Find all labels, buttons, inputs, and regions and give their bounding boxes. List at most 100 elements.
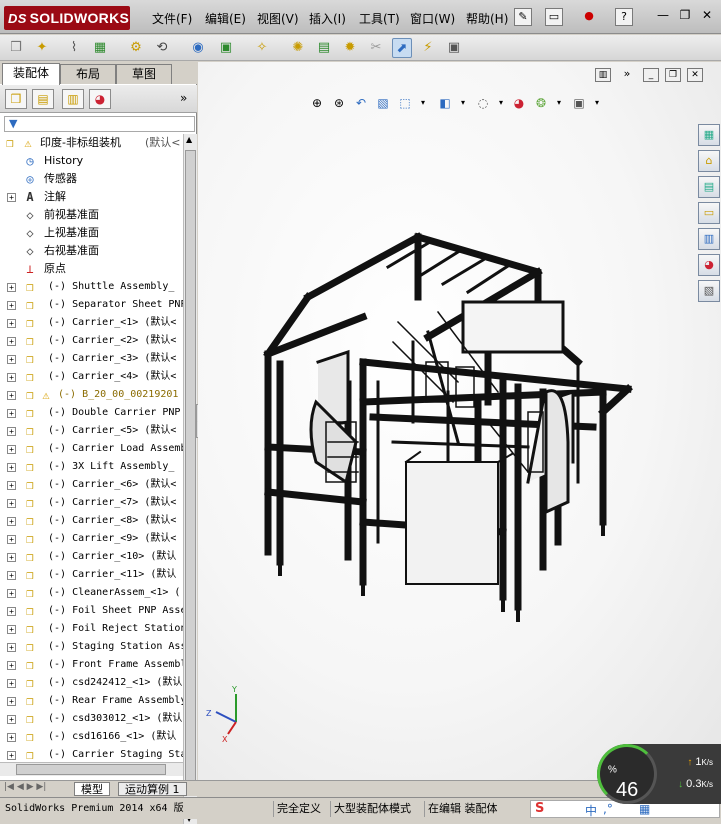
tab-assembly[interactable]: 装配体 [2, 63, 60, 85]
tree-component[interactable]: + ❒ (-) Carrier_<2> (默认< [0, 332, 183, 350]
bill-of-materials-icon[interactable]: ▤ [314, 38, 334, 58]
sogou-ime-icon[interactable]: S [535, 801, 544, 816]
menu-insert[interactable]: 插入(I) [309, 10, 346, 27]
tree-horizontal-scrollbar[interactable] [0, 762, 183, 776]
smart-fasteners-icon[interactable]: ⚙ [126, 38, 146, 58]
tab-sketch[interactable]: 草图 [116, 64, 172, 84]
expand-icon[interactable]: + [7, 301, 16, 310]
tree-component[interactable]: + ❒ (-) Double Carrier PNP [0, 404, 183, 422]
propertymanager-icon[interactable]: ▤ [32, 89, 54, 109]
minimize-icon[interactable]: — [654, 8, 672, 24]
menu-tools[interactable]: 工具(T) [359, 10, 400, 27]
menu-edit[interactable]: 编辑(E) [205, 10, 246, 27]
scroll-up-icon[interactable]: ▲ [186, 135, 192, 144]
tab-layout[interactable]: 布局 [60, 64, 116, 84]
tree-component[interactable]: + ❒ (-) Shuttle Assembly_ [0, 278, 183, 296]
ime-keyboard-icon[interactable]: ▦ [639, 802, 650, 816]
tree-component[interactable]: + ❒ (-) Carrier_<8> (默认< [0, 512, 183, 530]
expand-icon[interactable]: + [7, 625, 16, 634]
expand-icon[interactable]: + [7, 607, 16, 616]
new-document-icon[interactable]: ▭ [545, 8, 563, 26]
mate-icon[interactable]: ✦ [32, 38, 52, 58]
insert-component-icon[interactable]: ❒ [6, 38, 26, 58]
tree-component[interactable]: + ❒ (-) Carrier_<1> (默认< [0, 314, 183, 332]
network-speed-widget[interactable]: 46% ↑ 1K/s ↓ 0.3K/s [597, 744, 721, 804]
tree-component[interactable]: + ❒ (-) CleanerAssem_<1> ( [0, 584, 183, 602]
ime-punctuation-icon[interactable]: ,° [603, 802, 613, 816]
tree-component[interactable]: + ❒ (-) Rear Frame Assembly [0, 692, 183, 710]
scroll-thumb[interactable] [185, 150, 196, 790]
reference-geometry-icon[interactable]: ✧ [252, 38, 272, 58]
configurationmanager-icon[interactable]: ▥ [62, 89, 84, 109]
tree-component[interactable]: + ❒ (-) Carrier Staging Sta [0, 746, 183, 760]
filter-icon[interactable]: ▼ [9, 117, 17, 130]
expand-icon[interactable]: + [7, 679, 16, 688]
solidworks-logo[interactable]: DS SOLIDWORKS [4, 6, 130, 30]
expand-icon[interactable]: + [7, 445, 16, 454]
tree-component[interactable]: + ❒ (-) Foil Sheet PNP Asse [0, 602, 183, 620]
expand-icon[interactable]: + [7, 589, 16, 598]
expand-icon[interactable]: + [7, 391, 16, 400]
expand-icon[interactable]: + [7, 463, 16, 472]
tree-item[interactable]: ◷ History [0, 152, 183, 170]
expand-icon[interactable]: + [7, 373, 16, 382]
expand-icon[interactable]: + [7, 499, 16, 508]
tree-root[interactable]: ❒ ⚠ 印度-非标组装机 (默认< [0, 134, 183, 152]
instant3d-icon[interactable]: ⬈ [392, 38, 412, 58]
tree-component[interactable]: + ❒ (-) Foil Reject Station [0, 620, 183, 638]
help-icon[interactable]: ? [615, 8, 633, 26]
assembly-features-icon[interactable]: ▣ [216, 38, 236, 58]
tree-component[interactable]: + ❒ (-) Front Frame Assembl [0, 656, 183, 674]
expand-icon[interactable]: + [7, 427, 16, 436]
tree-filter-field[interactable]: ▼ [4, 116, 195, 132]
tab-nav-arrows-icon[interactable]: |◀ ◀ ▶ ▶| [4, 782, 46, 792]
tree-item[interactable]: ◇ 上视基准面 [0, 224, 183, 242]
tab-model[interactable]: 模型 [74, 782, 110, 796]
tree-component[interactable]: + ❒ (-) Staging Station Ass [0, 638, 183, 656]
expand-icon[interactable]: + [7, 337, 16, 346]
new-motion-study-icon[interactable]: ✺ [288, 38, 308, 58]
expand-icon[interactable]: + [7, 535, 16, 544]
tree-component[interactable]: + ❒ (-) Carrier_<7> (默认< [0, 494, 183, 512]
tree-component[interactable]: + ❒ (-) Carrier_<5> (默认< [0, 422, 183, 440]
tree-component[interactable]: + ❒ (-) Carrier_<3> (默认< [0, 350, 183, 368]
tree-component[interactable]: + ❒ (-) 3X Lift Assembly_ [0, 458, 183, 476]
tree-item[interactable]: + A 注解 [0, 188, 183, 206]
ime-language-icon[interactable]: 中 [585, 802, 597, 819]
tree-component[interactable]: + ❒ (-) Carrier_<6> (默认< [0, 476, 183, 494]
expand-icon[interactable]: + [7, 661, 16, 670]
tree-component[interactable]: + ❒ (-) Carrier_<9> (默认< [0, 530, 183, 548]
panel-expand-icon[interactable]: » [180, 91, 187, 105]
tree-component[interactable]: + ❒ (-) Separator Sheet PNP [0, 296, 183, 314]
linear-pattern-icon[interactable]: ▦ [90, 38, 110, 58]
tree-component[interactable]: + ❒ (-) csd303012_<1> (默认 [0, 710, 183, 728]
expand-icon[interactable]: + [7, 643, 16, 652]
tree-component[interactable]: + ❒ (-) Carrier_<4> (默认< [0, 368, 183, 386]
close-icon[interactable]: ✕ [698, 8, 716, 24]
paperclip-icon[interactable]: ⌇ [64, 38, 84, 58]
menu-view[interactable]: 视图(V) [257, 10, 299, 27]
expand-icon[interactable]: + [7, 319, 16, 328]
exploded-view-icon[interactable]: ✹ [340, 38, 360, 58]
move-component-icon[interactable]: ⟲ [152, 38, 172, 58]
tree-item[interactable]: ⊥ 原点 [0, 260, 183, 278]
tree-item[interactable]: ◇ 右视基准面 [0, 242, 183, 260]
tab-motion-study[interactable]: 运动算例 1 [118, 782, 187, 796]
graphics-area[interactable]: ▥ » _ ❐ ✕ ⊕ ⊛ ↶ ▧ ⬚ ▾ ◧ ▾ ◌ ▾ ◕ ❂ ▾ ▣ ▾ … [198, 62, 721, 780]
assembly-3d-model[interactable]: Y Z X [198, 62, 721, 780]
expand-icon[interactable]: + [7, 481, 16, 490]
menu-help[interactable]: 帮助(H) [466, 10, 508, 27]
show-hidden-icon[interactable]: ◉ [188, 38, 208, 58]
expand-icon[interactable]: + [7, 355, 16, 364]
tree-component[interactable]: + ❒ (-) Carrier_<11> (默认 [0, 566, 183, 584]
tree-vertical-scrollbar[interactable]: ▲ ▼ [183, 134, 197, 824]
tree-component[interactable]: + ❒ (-) Carrier_<10> (默认 [0, 548, 183, 566]
expand-icon[interactable]: + [7, 193, 16, 202]
expand-icon[interactable]: + [7, 715, 16, 724]
explode-line-sketch-icon[interactable]: ✂ [366, 38, 386, 58]
hscroll-thumb[interactable] [16, 764, 166, 775]
tree-item[interactable]: ◇ 前视基准面 [0, 206, 183, 224]
displaymanager-icon[interactable]: ◕ [89, 89, 111, 109]
tree-component[interactable]: + ❒ ⚠ (-) B_20_00_00219201 [0, 386, 183, 404]
expand-icon[interactable]: + [7, 751, 16, 760]
